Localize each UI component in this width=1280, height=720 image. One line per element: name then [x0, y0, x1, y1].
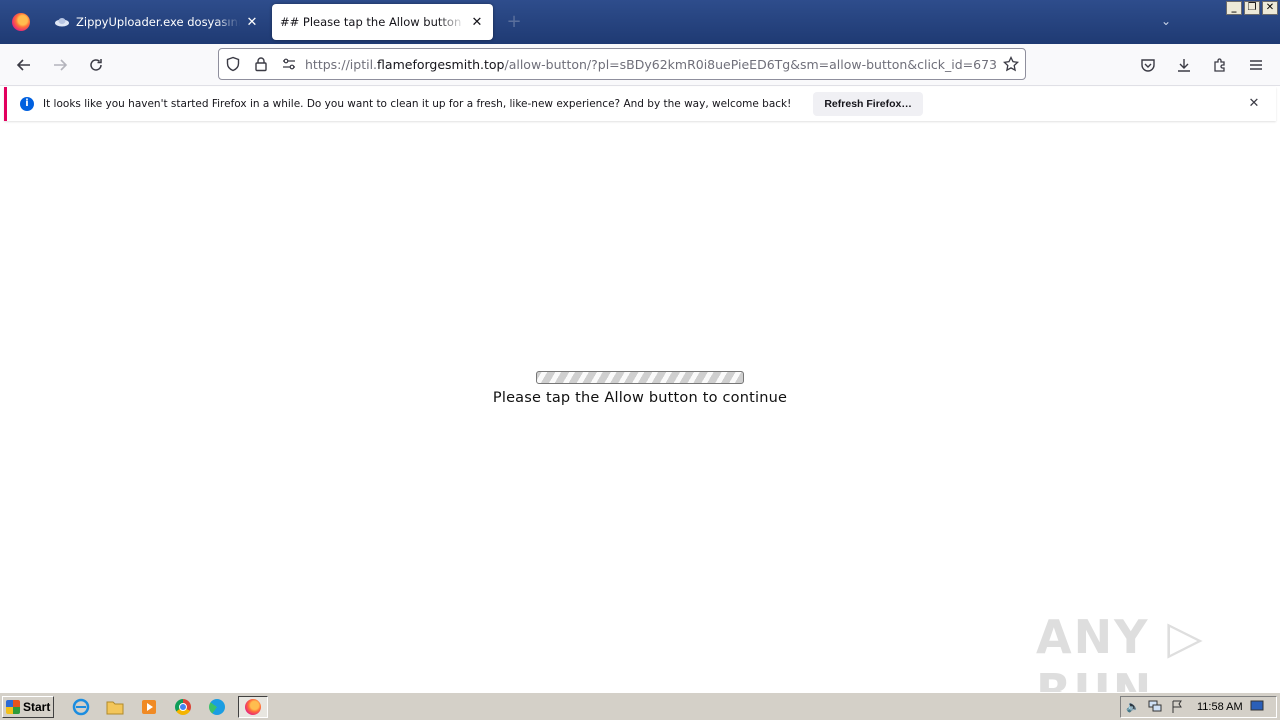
close-window-button[interactable]: ✕	[1262, 1, 1278, 15]
taskbar: Start 🔈 11:58 AM	[0, 692, 1280, 720]
tab-strip: ZippyUploader.exe dosyasını indir - Z ✕ …	[0, 0, 1280, 44]
tab-label: ZippyUploader.exe dosyasını indir - Z	[76, 15, 240, 29]
firefox-logo-icon	[12, 13, 30, 31]
restore-button[interactable]: ❐	[1244, 1, 1260, 15]
internet-explorer-icon[interactable]	[68, 696, 93, 718]
pocket-button[interactable]	[1135, 52, 1161, 78]
edge-icon[interactable]	[204, 696, 229, 718]
window-controls: _ ❐ ✕	[1226, 1, 1278, 15]
media-player-icon[interactable]	[136, 696, 161, 718]
url-host: flameforgesmith.top	[377, 56, 505, 72]
taskbar-clock[interactable]: 11:58 AM	[1197, 701, 1243, 713]
back-button[interactable]	[11, 52, 37, 78]
tab-allow-button[interactable]: ## Please tap the Allow button to contin…	[272, 4, 493, 40]
shield-icon[interactable]	[219, 50, 247, 78]
close-icon[interactable]: ✕	[1246, 96, 1262, 112]
info-icon: i	[20, 97, 34, 111]
progress-fill	[537, 372, 743, 383]
volume-icon[interactable]: 🔈	[1125, 700, 1141, 714]
start-button[interactable]: Start	[2, 695, 54, 718]
show-desktop-icon[interactable]	[1249, 700, 1265, 714]
arrow-left-icon	[16, 59, 30, 71]
chevron-down-icon[interactable]: ⌄	[1158, 14, 1174, 30]
extensions-button[interactable]	[1207, 52, 1233, 78]
close-tab-icon[interactable]: ✕	[469, 14, 485, 30]
permissions-icon[interactable]	[275, 50, 303, 78]
progress-bar	[536, 371, 744, 384]
forward-button[interactable]	[47, 52, 73, 78]
new-tab-icon[interactable]: +	[504, 12, 524, 32]
tab-zippyuploader[interactable]: ZippyUploader.exe dosyasını indir - Z ✕	[46, 4, 268, 40]
page-content: Please tap the Allow button to continue …	[0, 124, 1280, 718]
network-icon[interactable]	[1147, 700, 1163, 714]
hamburger-menu-icon	[1250, 60, 1262, 70]
url-text[interactable]: https://iptil.flameforgesmith.top/allow-…	[303, 57, 997, 72]
chrome-icon[interactable]	[170, 696, 195, 718]
pocket-icon	[1141, 59, 1155, 72]
download-favicon-icon	[54, 14, 70, 30]
url-path: /allow-button/?pl=sBDy62kmR0i8uePieED6Tg…	[504, 56, 997, 72]
notification-bar: i It looks like you haven't started Fire…	[4, 87, 1276, 121]
download-icon	[1178, 59, 1190, 72]
refresh-firefox-button[interactable]: Refresh Firefox…	[813, 92, 923, 116]
tab-label: ## Please tap the Allow button to contin…	[280, 15, 465, 29]
minimize-button[interactable]: _	[1226, 1, 1242, 15]
reload-icon	[90, 59, 102, 71]
firefox-taskbar-icon[interactable]	[238, 695, 268, 718]
address-bar[interactable]: https://iptil.flameforgesmith.top/allow-…	[218, 48, 1026, 80]
quick-launch	[68, 695, 268, 718]
close-tab-icon[interactable]: ✕	[244, 14, 260, 30]
system-tray: 🔈 11:58 AM	[1120, 696, 1277, 718]
lock-icon[interactable]	[247, 50, 275, 78]
url-prefix: https://iptil.	[305, 56, 378, 72]
windows-flag-icon	[6, 699, 20, 714]
puzzle-icon	[1214, 58, 1225, 72]
firefox-view-button[interactable]	[0, 0, 42, 44]
arrow-right-icon	[54, 59, 68, 71]
star-icon[interactable]	[997, 50, 1025, 78]
action-center-flag-icon[interactable]	[1169, 700, 1185, 714]
page-message: Please tap the Allow button to continue	[492, 390, 788, 406]
folder-icon[interactable]	[102, 696, 127, 718]
notification-message: It looks like you haven't started Firefo…	[43, 98, 792, 110]
downloads-button[interactable]	[1171, 52, 1197, 78]
start-label: Start	[23, 699, 51, 714]
reload-button[interactable]	[83, 52, 109, 78]
navigation-toolbar: https://iptil.flameforgesmith.top/allow-…	[0, 44, 1280, 86]
app-menu-button[interactable]	[1243, 52, 1269, 78]
